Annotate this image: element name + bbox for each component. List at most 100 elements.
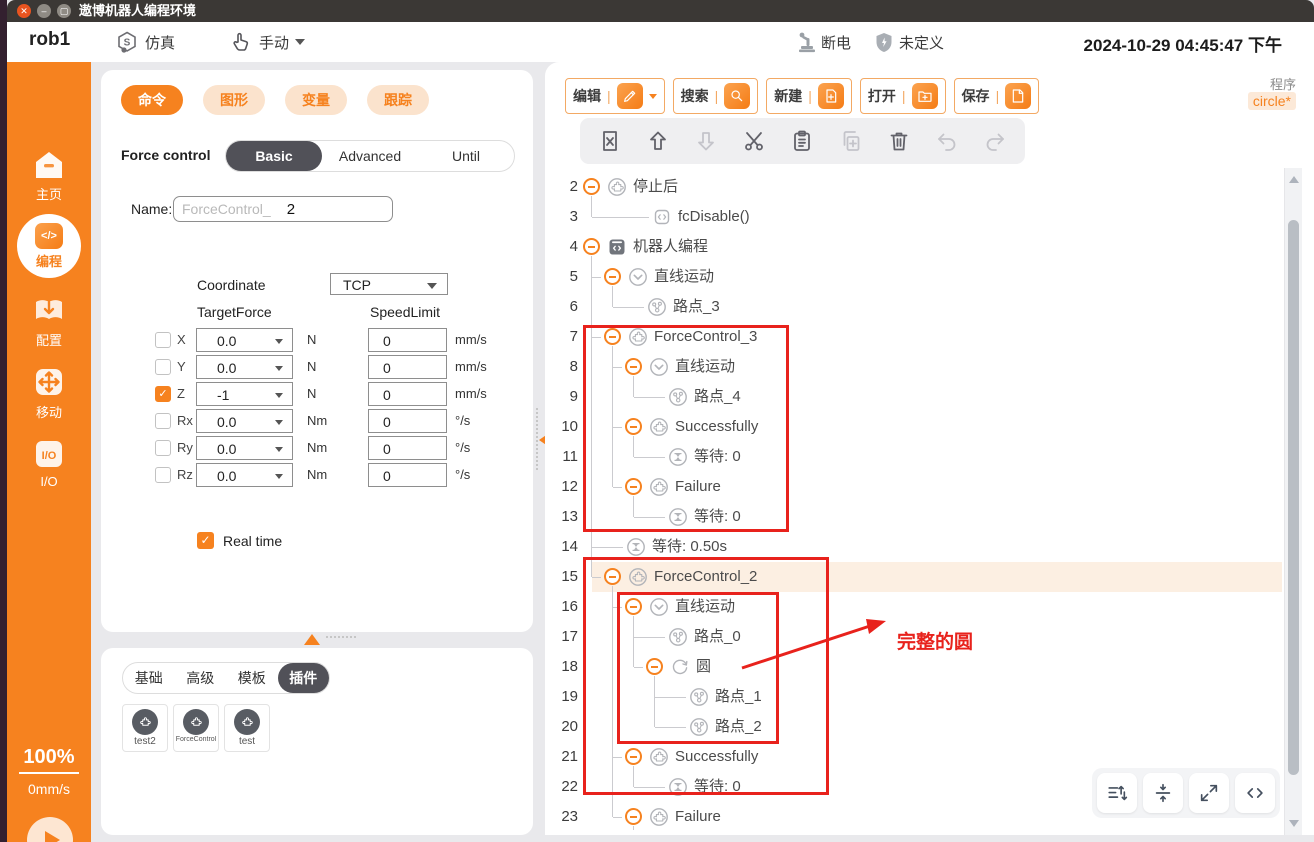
tree-row-8[interactable]: 8 直线运动 [545,352,1285,382]
row-number: 5 [569,268,578,285]
scroll-down-icon[interactable] [1288,820,1299,827]
tree-row-7[interactable]: 7 ForceControl_3 [545,322,1285,352]
tree-row-6[interactable]: 6 路点_3 [545,292,1285,322]
collapse-toggle-icon[interactable] [625,808,642,825]
tree-row-5[interactable]: 5 直线运动 [545,262,1285,292]
realtime-checkbox[interactable]: ✓ [197,532,214,549]
force-dropdown-z[interactable]: -1 [196,382,293,406]
tab-变量[interactable]: 变量 [285,85,347,115]
collapse-toggle-icon[interactable] [583,178,600,195]
tree-row-3[interactable]: 3 fcDisable() [545,202,1285,232]
collapse-toggle-icon[interactable] [604,268,621,285]
mode-until[interactable]: Until [418,141,514,171]
plugin-card-ForceControl[interactable]: ForceControl [173,704,219,752]
editor-panel: 编辑 | 搜索 | 新建 | 打开 | 保存 | 程序 circle* 2 停止后 3 fcDisabl… [545,62,1314,835]
speed-input-rx[interactable]: 0 [368,409,447,433]
speed-input-x[interactable]: 0 [368,328,447,352]
mode-advanced[interactable]: Advanced [322,141,418,171]
circle-node-icon [670,657,690,677]
collapse-toggle-icon[interactable] [604,568,621,585]
tree-connector [592,277,601,278]
library-tab-模板[interactable]: 模板 [226,663,278,693]
tree-node-label: 直线运动 [675,598,736,615]
tree-scrollbar[interactable] [1284,168,1302,835]
expand-button[interactable] [1189,773,1229,813]
simulation-toggle[interactable]: S 仿真 [115,30,175,54]
tab-图形[interactable]: 图形 [203,85,265,115]
plugin-label: ForceControl [175,736,217,743]
scroll-up-icon[interactable] [1288,176,1299,183]
sidebar-item-home[interactable]: 主页 [7,150,91,203]
speed-input-y[interactable]: 0 [368,355,447,379]
force-dropdown-x[interactable]: 0.0 [196,328,293,352]
tree-connector [612,586,613,817]
tree-row-16[interactable]: 16 直线运动 [545,592,1285,622]
force-dropdown-rz[interactable]: 0.0 [196,463,293,487]
axis-checkbox-rz[interactable] [155,467,171,483]
home-icon [32,150,66,180]
collapse-toggle-icon[interactable] [625,418,642,435]
sidebar-item-label: 编程 [35,253,62,269]
force-control-mode-tabs: Basic Advanced Until [225,140,515,172]
panel-splitter-handle[interactable] [304,634,320,645]
plugin-card-test2[interactable]: test2 [122,704,168,752]
mode-dropdown[interactable]: 手动 [229,30,306,54]
library-tab-基础[interactable]: 基础 [123,663,175,693]
collapse-toggle-icon[interactable] [625,598,642,615]
power-status[interactable]: 断电 [795,30,851,54]
sidebar-item-io[interactable]: I/O I/O [7,440,91,489]
axis-label: Ry [177,440,193,455]
tree-row-12[interactable]: 12 Failure [545,472,1285,502]
tree-row-18[interactable]: 18 圆 [545,652,1285,682]
waypoint-node-icon [668,627,688,647]
play-button[interactable] [27,817,73,842]
collapse-toggle-icon[interactable] [625,358,642,375]
axis-checkbox-rx[interactable] [155,413,171,429]
tree-row-14[interactable]: 14 等待: 0.50s [545,532,1285,562]
collapse-toggle-icon[interactable] [625,748,642,765]
sidebar-item-program[interactable]: </> 编程 [17,214,81,278]
close-icon[interactable]: ✕ [17,4,31,18]
name-input[interactable]: ForceControl_ 2 [173,196,393,222]
collapse-toggle-icon[interactable] [646,658,663,675]
speed-input-rz[interactable]: 0 [368,463,447,487]
safety-status[interactable]: 未定义 [875,30,944,54]
library-tab-高级[interactable]: 高级 [175,663,227,693]
axis-checkbox-y[interactable] [155,359,171,375]
maximize-icon[interactable]: ▢ [57,4,71,18]
minimize-icon[interactable]: – [37,4,51,18]
collapse-vertical-button[interactable] [1143,773,1183,813]
tree-row-2[interactable]: 2 停止后 [545,172,1285,202]
speed-input-ry[interactable]: 0 [368,436,447,460]
sidebar-item-move[interactable]: 移动 [7,368,91,421]
library-tab-插件[interactable]: 插件 [277,663,329,693]
tree-row-4[interactable]: 4 机器人编程 [545,232,1285,262]
program-tree: 2 停止后 3 fcDisable() 4 机器人编程 5 直线运动 6 路点_3 7 ForceCo… [545,62,1314,835]
plugin-card-test[interactable]: test [224,704,270,752]
library-panel: 基础 高级 模板 插件 test2 ForceControl test [101,648,533,835]
axis-checkbox-ry[interactable] [155,440,171,456]
sidebar-item-label: 移动 [35,405,62,420]
collapse-toggle-icon[interactable] [583,238,600,255]
axis-checkbox-x[interactable] [155,332,171,348]
collapse-toggle-icon[interactable] [625,478,642,495]
tree-connector [654,676,655,727]
speed-input-z[interactable]: 0 [368,382,447,406]
tab-命令[interactable]: 命令 [121,85,183,115]
axis-checkbox-z[interactable]: ✓ [155,386,171,402]
force-dropdown-y[interactable]: 0.0 [196,355,293,379]
tab-跟踪[interactable]: 跟踪 [367,85,429,115]
speed-indicator[interactable]: 100% 0mm/s [7,746,91,797]
code-view-button[interactable] [1235,773,1275,813]
mode-basic[interactable]: Basic [226,141,322,171]
tree-row-10[interactable]: 10 Successfully [545,412,1285,442]
tree-connector [633,496,634,517]
scrollbar-thumb[interactable] [1288,220,1299,775]
list-sort-button[interactable] [1097,773,1137,813]
force-dropdown-ry[interactable]: 0.0 [196,436,293,460]
sidebar-item-config[interactable]: 配置 [7,296,91,349]
coordinate-select[interactable]: TCP [330,273,448,295]
collapse-toggle-icon[interactable] [604,328,621,345]
tree-node-label: Successfully [675,748,759,765]
force-dropdown-rx[interactable]: 0.0 [196,409,293,433]
